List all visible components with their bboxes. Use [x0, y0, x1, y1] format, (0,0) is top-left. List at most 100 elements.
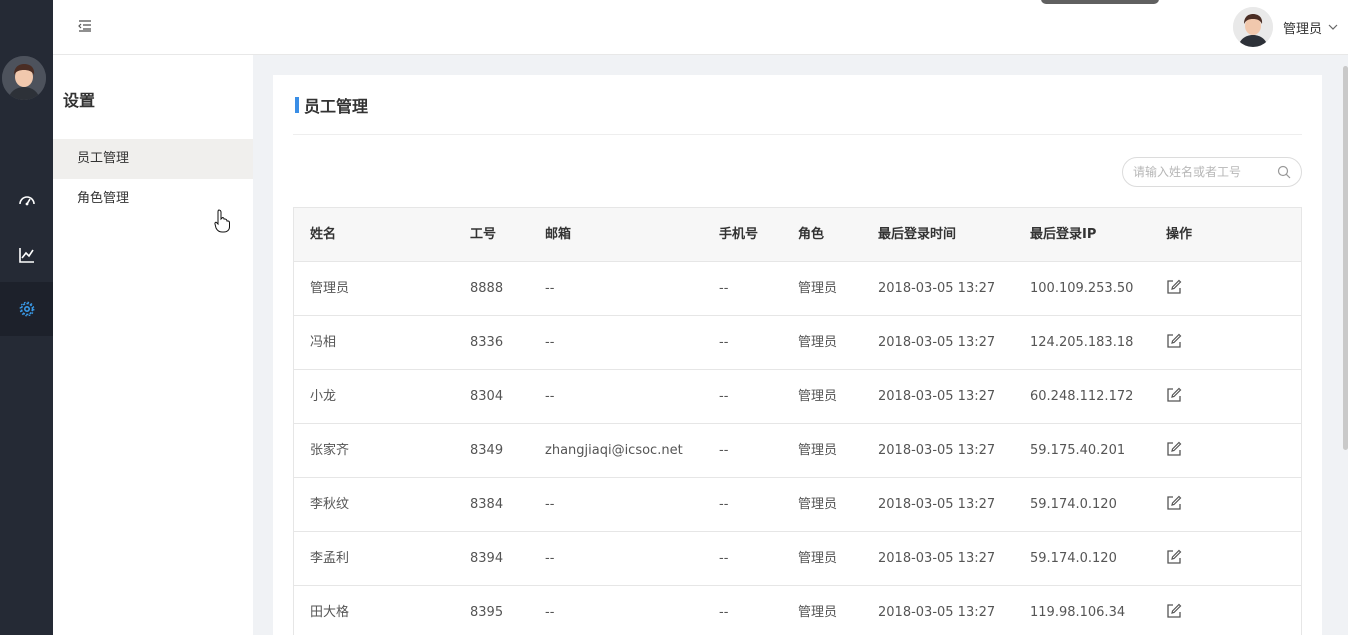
- cell-staff-id: 8336: [470, 335, 504, 350]
- cell-role: 管理员: [798, 389, 838, 404]
- row-actions: [1166, 262, 1182, 316]
- column-header: 最后登录IP: [1030, 227, 1097, 242]
- statistics-nav-item[interactable]: [0, 228, 53, 282]
- table-row: 李孟利 8394 -- -- 管理员 2018-03-05 13:27 59.1…: [294, 532, 1301, 586]
- cell-last-login-time: 2018-03-05 13:27: [878, 605, 996, 620]
- cell-last-login-time: 2018-03-05 13:27: [878, 281, 996, 296]
- row-actions: [1166, 316, 1182, 370]
- cell-name: 李孟利: [310, 551, 350, 566]
- cell-staff-id: 8395: [470, 605, 504, 620]
- row-actions: [1166, 478, 1182, 532]
- table-row: 冯相 8336 -- -- 管理员 2018-03-05 13:27 124.2…: [294, 316, 1301, 370]
- cell-last-login-time: 2018-03-05 13:27: [878, 443, 996, 458]
- cell-phone: --: [719, 281, 729, 296]
- heading-divider: [293, 134, 1302, 135]
- top-header: 管理员: [53, 0, 1348, 55]
- cell-staff-id: 8384: [470, 497, 504, 512]
- hand-cursor-icon: [214, 209, 230, 233]
- edit-icon[interactable]: [1166, 333, 1182, 349]
- column-header: 手机号: [719, 227, 759, 242]
- table-row: 张家齐 8349 zhangjiaqi@icsoc.net -- 管理员 201…: [294, 424, 1301, 478]
- subnav-item-staff[interactable]: 员工管理: [53, 139, 253, 179]
- page-heading: 员工管理: [295, 95, 369, 116]
- search-box: [1122, 157, 1302, 187]
- edit-icon[interactable]: [1166, 279, 1182, 295]
- chart-line-icon: [18, 248, 34, 263]
- cell-role: 管理员: [798, 605, 838, 620]
- table-row: 李秋纹 8384 -- -- 管理员 2018-03-05 13:27 59.1…: [294, 478, 1301, 532]
- cell-email: --: [545, 497, 555, 512]
- cell-role: 管理员: [798, 497, 838, 512]
- cell-last-login-ip: 59.174.0.120: [1030, 551, 1117, 566]
- staff-management-panel: 员工管理 姓名 工号 邮箱 手机号 角色 最后登录时间 最后登录IP 操作 管理…: [273, 75, 1322, 635]
- cell-phone: --: [719, 335, 729, 350]
- cell-last-login-ip: 100.109.253.50: [1030, 281, 1134, 296]
- cell-last-login-ip: 124.205.183.18: [1030, 335, 1134, 350]
- cell-staff-id: 8349: [470, 443, 504, 458]
- page-scrollbar[interactable]: [1343, 66, 1348, 450]
- cell-name: 冯相: [310, 335, 337, 350]
- cell-phone: --: [719, 605, 729, 620]
- cell-name: 李秋纹: [310, 497, 350, 512]
- dashboard-nav-item[interactable]: [0, 174, 53, 228]
- subnav-title: 设置: [63, 91, 96, 110]
- floating-overlay: [1041, 0, 1159, 4]
- cell-staff-id: 8888: [470, 281, 504, 296]
- cell-last-login-ip: 59.175.40.201: [1030, 443, 1126, 458]
- edit-icon[interactable]: [1166, 549, 1182, 565]
- cell-email: --: [545, 335, 555, 350]
- chevron-down-icon: [1328, 24, 1338, 30]
- table-row: 管理员 8888 -- -- 管理员 2018-03-05 13:27 100.…: [294, 262, 1301, 316]
- settings-subnav: 设置 员工管理 角色管理: [53, 55, 253, 635]
- menu-fold-icon: [78, 20, 91, 32]
- cell-staff-id: 8394: [470, 551, 504, 566]
- dashboard-icon: [18, 196, 35, 206]
- cell-last-login-time: 2018-03-05 13:27: [878, 389, 996, 404]
- edit-icon[interactable]: [1166, 441, 1182, 457]
- row-actions: [1166, 532, 1182, 586]
- cell-last-login-ip: 59.174.0.120: [1030, 497, 1117, 512]
- settings-nav-item[interactable]: [0, 282, 53, 336]
- column-header: 操作: [1166, 227, 1193, 242]
- cell-role: 管理员: [798, 281, 838, 296]
- user-menu[interactable]: 管理员: [1232, 5, 1338, 49]
- table-header-row: 姓名 工号 邮箱 手机号 角色 最后登录时间 最后登录IP 操作: [294, 208, 1301, 262]
- table-row: 小龙 8304 -- -- 管理员 2018-03-05 13:27 60.24…: [294, 370, 1301, 424]
- edit-icon[interactable]: [1166, 387, 1182, 403]
- row-actions: [1166, 424, 1182, 478]
- row-actions: [1166, 586, 1182, 635]
- cell-name: 张家齐: [310, 443, 350, 458]
- cell-name: 田大格: [310, 605, 350, 620]
- staff-table: 姓名 工号 邮箱 手机号 角色 最后登录时间 最后登录IP 操作 管理员 888…: [293, 207, 1302, 635]
- cell-last-login-time: 2018-03-05 13:27: [878, 551, 996, 566]
- cell-last-login-ip: 119.98.106.34: [1030, 605, 1126, 620]
- cell-name: 小龙: [310, 389, 337, 404]
- table-row: 田大格 8395 -- -- 管理员 2018-03-05 13:27 119.…: [294, 586, 1301, 635]
- cell-phone: --: [719, 551, 729, 566]
- edit-icon[interactable]: [1166, 495, 1182, 511]
- cell-role: 管理员: [798, 335, 838, 350]
- column-header: 最后登录时间: [878, 227, 957, 242]
- gear-icon: [19, 301, 34, 317]
- search-input[interactable]: [1133, 163, 1273, 181]
- cell-email: --: [545, 605, 555, 620]
- cell-phone: --: [719, 497, 729, 512]
- cell-last-login-time: 2018-03-05 13:27: [878, 497, 996, 512]
- cell-staff-id: 8304: [470, 389, 504, 404]
- cell-email: --: [545, 281, 555, 296]
- cell-email: zhangjiaqi@icsoc.net: [545, 443, 683, 458]
- avatar[interactable]: [2, 56, 46, 100]
- cell-phone: --: [719, 443, 729, 458]
- edit-icon[interactable]: [1166, 603, 1182, 619]
- search-icon[interactable]: [1277, 165, 1291, 179]
- cell-email: --: [545, 389, 555, 404]
- page-title: 员工管理: [304, 97, 369, 116]
- cell-email: --: [545, 551, 555, 566]
- user-avatar: [1232, 7, 1273, 47]
- cell-phone: --: [719, 389, 729, 404]
- user-name: 管理员: [1282, 21, 1322, 37]
- row-actions: [1166, 370, 1182, 424]
- collapse-menu-button[interactable]: [75, 16, 95, 36]
- column-header: 邮箱: [545, 227, 572, 242]
- cell-last-login-time: 2018-03-05 13:27: [878, 335, 996, 350]
